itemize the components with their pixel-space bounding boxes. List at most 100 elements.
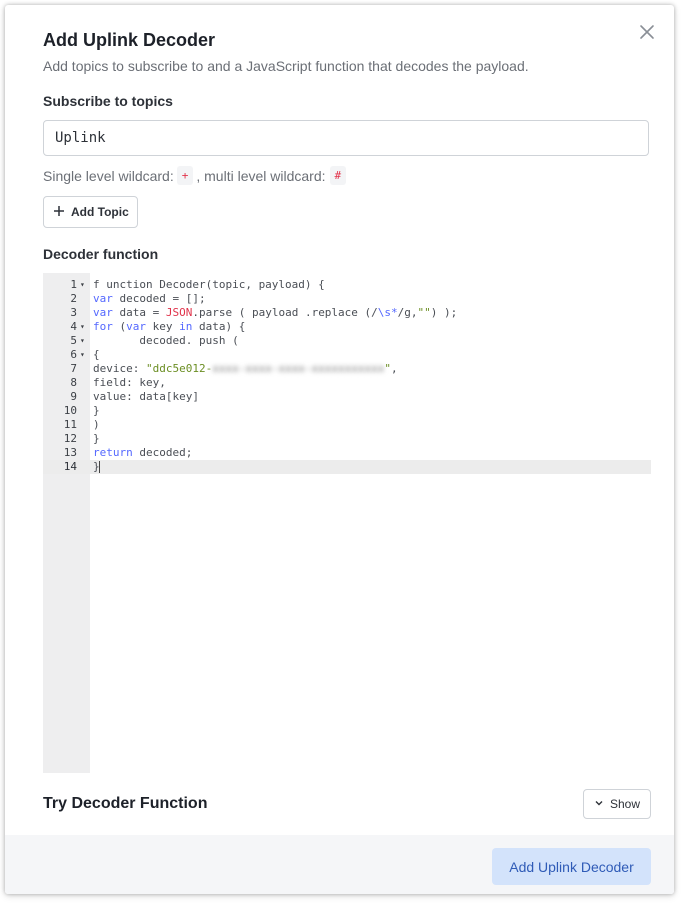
code-text: for (var key in data) {	[93, 320, 245, 334]
code-token: (	[112, 320, 127, 333]
code-token: for	[93, 320, 113, 333]
line-number: 7	[70, 362, 77, 375]
fold-chevron-icon[interactable]: ▾	[80, 334, 85, 348]
single-wildcard-text: Single level wildcard:	[43, 167, 174, 184]
code-text: }	[93, 432, 100, 446]
code-text: var decoded = [];	[93, 292, 206, 306]
code-line[interactable]: 4 ▾ for (var key in data) {	[43, 320, 651, 334]
dialog-footer: Add Uplink Decoder	[5, 835, 674, 894]
code-text: f unction Decoder(topic, payload) {	[93, 278, 325, 292]
line-number: 12	[63, 432, 77, 445]
line-number: 14	[63, 460, 77, 473]
code-token: var	[126, 320, 146, 333]
code-text: }	[93, 460, 100, 474]
close-icon[interactable]	[637, 22, 657, 42]
code-line[interactable]: 13 return decoded;	[43, 446, 651, 460]
code-token: {	[93, 348, 100, 361]
code-text: }	[93, 404, 100, 418]
topic-input[interactable]	[43, 120, 649, 156]
code-token: var	[93, 292, 113, 305]
line-number: 6	[70, 348, 77, 361]
redacted-text: xxxx-xxxx-xxxx-xxxxxxxxxxx	[212, 362, 385, 375]
code-token: /g,	[397, 306, 418, 319]
code-text: )	[93, 418, 100, 432]
code-token: )	[93, 418, 100, 431]
line-number: 9	[70, 390, 77, 403]
code-token: field: key,	[93, 376, 166, 389]
code-token: in	[179, 320, 193, 333]
fold-chevron-icon[interactable]: ▾	[80, 348, 85, 362]
decoder-function-label: Decoder function	[43, 246, 159, 262]
code-token: }	[93, 404, 100, 417]
code-token: key	[146, 320, 180, 333]
line-number: 13	[63, 446, 77, 459]
dialog-subtitle: Add topics to subscribe to and a JavaScr…	[43, 58, 529, 74]
code-token: data) {	[192, 320, 246, 333]
fold-chevron-icon[interactable]: ▾	[80, 278, 85, 292]
code-text: return decoded;	[93, 446, 192, 460]
code-line[interactable]: 6 ▾ {	[43, 348, 651, 362]
code-text: {	[93, 348, 100, 362]
code-text: device: "ddc5e012-xxxx-xxxx-xxxx-xxxxxxx…	[93, 362, 398, 376]
line-number: 8	[70, 376, 77, 389]
code-text: field: key,	[93, 376, 166, 390]
code-line[interactable]: 10}	[43, 404, 651, 418]
code-token: ""	[417, 306, 431, 319]
code-token: return	[93, 446, 133, 459]
show-button[interactable]: Show	[583, 789, 651, 819]
code-text: var data = JSON.parse ( payload .replace…	[93, 306, 457, 320]
add-uplink-decoder-button[interactable]: Add Uplink Decoder	[492, 848, 651, 885]
code-token: var	[93, 306, 113, 319]
wildcard-hint: Single level wildcard: + , multi level w…	[43, 166, 349, 185]
code-token: f unction Decoder(topic, payload) {	[93, 278, 325, 291]
line-number: 2	[70, 292, 77, 305]
plus-icon	[53, 205, 65, 220]
multi-wildcard-chip: #	[329, 166, 347, 185]
code-line[interactable]: 1 ▾ f unction Decoder(topic, payload) {	[43, 278, 651, 292]
add-topic-button[interactable]: Add Topic	[43, 196, 138, 228]
code-token: decoded. push (	[93, 334, 239, 347]
code-text: value: data[key]	[93, 390, 199, 404]
add-topic-label: Add Topic	[71, 205, 129, 219]
subscribe-topics-label: Subscribe to topics	[43, 93, 173, 109]
code-token: JSON	[165, 306, 193, 319]
code-token: ,	[391, 362, 398, 375]
line-number: 11	[63, 418, 77, 431]
single-wildcard-chip: +	[176, 166, 194, 185]
code-area[interactable]: 1 ▾ f unction Decoder(topic, payload) {2 va…	[43, 273, 651, 474]
multi-wildcard-text: , multi level wildcard:	[196, 167, 326, 184]
code-token: data =	[112, 306, 166, 319]
try-decoder-label: Try Decoder Function	[43, 795, 208, 812]
code-text: decoded. push (	[93, 334, 239, 348]
code-token: "ddc5e012-	[145, 362, 213, 375]
code-line[interactable]: 11)	[43, 418, 651, 432]
code-token: ) );	[430, 306, 458, 319]
line-number: 10	[63, 404, 77, 417]
fold-chevron-icon[interactable]: ▾	[80, 320, 85, 334]
code-line[interactable]: 2 var decoded = [];	[43, 292, 651, 306]
line-number: 1	[70, 278, 77, 291]
code-line[interactable]: 14}	[43, 460, 651, 474]
chevron-down-icon	[594, 797, 604, 811]
code-token: device:	[93, 362, 146, 375]
code-token: value: data[key]	[93, 390, 199, 403]
dialog-title: Add Uplink Decoder	[43, 30, 216, 50]
code-line[interactable]: 9 value: data[key]	[43, 390, 651, 404]
add-uplink-decoder-dialog: Add Uplink Decoder Add topics to subscri…	[5, 5, 674, 894]
code-line[interactable]: 12}	[43, 432, 651, 446]
show-label: Show	[609, 797, 641, 811]
code-token: }	[93, 432, 100, 445]
code-line[interactable]: 3 var data = JSON.parse ( payload .replac…	[43, 306, 651, 320]
code-token: decoded = [];	[112, 292, 206, 305]
code-line[interactable]: 8 field: key,	[43, 376, 651, 390]
code-line[interactable]: 7 device: "ddc5e012-xxxx-xxxx-xxxx-xxxxxx…	[43, 362, 651, 376]
code-token: .parse ( payload .replace (/	[192, 306, 378, 319]
code-editor[interactable]: 1 ▾ f unction Decoder(topic, payload) {2 va…	[43, 273, 651, 773]
code-line[interactable]: 5 ▾ decoded. push (	[43, 334, 651, 348]
text-cursor	[98, 461, 100, 473]
line-number: 5	[70, 334, 77, 347]
line-number: 4	[70, 320, 77, 333]
code-token: decoded;	[132, 446, 193, 459]
code-token: \s*	[377, 306, 398, 319]
line-number: 3	[70, 306, 77, 319]
